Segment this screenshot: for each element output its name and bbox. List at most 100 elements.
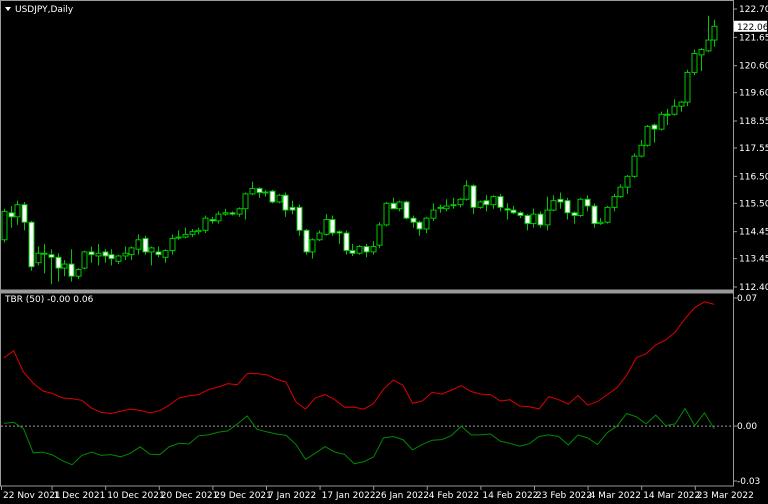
date-tick-label: 7 Jan 2022	[268, 491, 316, 501]
current-price-marker: 122.06	[734, 20, 768, 33]
candle	[644, 125, 651, 147]
bull-candle-body	[617, 186, 624, 198]
date-tick-label: 23 Mar 2022	[697, 491, 754, 501]
date-tick-label: 4 Mar 2022	[590, 491, 641, 501]
bull-candle-body	[276, 194, 283, 203]
bear-candle-body	[303, 229, 310, 253]
current-price-label: 122.06	[737, 23, 768, 33]
bull-candle-body	[463, 185, 470, 200]
bull-candle-body	[75, 268, 82, 277]
bear-candle-body	[517, 212, 524, 216]
candle	[658, 111, 665, 131]
bull-candle-body	[35, 252, 42, 264]
bull-candle-body	[309, 239, 316, 253]
price-tick-label: 114.45	[739, 228, 768, 238]
bear-candle-body	[68, 263, 75, 277]
bear-candle-body	[55, 256, 62, 269]
bull-candle-body	[249, 187, 256, 195]
candle	[684, 69, 691, 107]
price-tick-label: 117.55	[739, 144, 768, 154]
bull-candle-body	[323, 219, 330, 235]
date-tick-label: 29 Dec 2021	[214, 491, 272, 501]
indicator-tick-label: 0.07	[737, 294, 757, 304]
bull-candle-body	[664, 113, 671, 116]
bear-candle-body	[336, 231, 343, 234]
bear-candle-body	[296, 206, 303, 231]
date-tick-label: 14 Feb 2022	[482, 491, 538, 501]
bull-candle-body	[644, 125, 651, 146]
bull-candle-body	[182, 233, 189, 238]
bull-candle-body	[215, 213, 222, 222]
bull-candle-body	[698, 48, 705, 56]
bear-candle-body	[8, 212, 15, 218]
candle	[577, 197, 584, 217]
bear-candle-body	[470, 185, 477, 208]
candle	[303, 228, 310, 255]
bull-candle-body	[383, 202, 390, 226]
bull-candle-body	[658, 113, 665, 130]
price-tick-label: 115.50	[739, 199, 768, 209]
bear-candle-body	[329, 219, 336, 234]
candle	[142, 235, 149, 255]
date-tick-label: 17 Jan 2022	[322, 491, 376, 501]
symbol-timeframe-label: USDJPY,Daily	[15, 5, 74, 15]
bear-candle-body	[390, 202, 397, 210]
bull-candle-body	[189, 231, 196, 235]
bear-candle-body	[557, 198, 564, 203]
indicator-tick-label: 0.00	[737, 422, 757, 432]
bull-candle-body	[671, 105, 678, 115]
candle	[477, 200, 484, 209]
bull-candle-body	[14, 204, 21, 218]
bear-candle-body	[343, 232, 350, 252]
bull-candle-body	[437, 206, 444, 209]
bear-candle-body	[349, 250, 356, 254]
candle	[403, 200, 410, 220]
bull-candle-body	[691, 53, 698, 73]
bull-candle-body	[711, 25, 718, 41]
candle	[383, 201, 390, 227]
bear-candle-body	[483, 200, 490, 206]
bear-candle-body	[564, 200, 571, 214]
bull-candle-body	[430, 209, 437, 219]
candle	[269, 189, 276, 204]
bull-candle-body	[128, 247, 135, 256]
candle	[691, 49, 698, 76]
bull-candle-body	[262, 191, 269, 194]
bull-candle-body	[202, 217, 209, 231]
bear-candle-body	[102, 251, 109, 257]
bull-candle-body	[678, 101, 685, 107]
bull-candle-body	[604, 206, 611, 223]
candle	[202, 215, 209, 234]
bear-candle-body	[571, 212, 578, 216]
price-tick-label: 116.50	[739, 172, 768, 182]
candle	[1, 208, 8, 243]
date-tick-label: 1 Dec 2021	[54, 491, 106, 501]
date-tick-label: 22 Nov 2021	[3, 491, 61, 501]
bull-candle-body	[550, 200, 557, 211]
bull-candle-body	[684, 71, 691, 103]
bull-candle-body	[162, 250, 169, 258]
chart-window[interactable]: USDJPY,Daily 122.70 121.65 120.60 119.60 118…	[0, 0, 768, 504]
bear-candle-body	[510, 209, 517, 214]
bear-candle-body	[21, 204, 28, 223]
indicator-tick-label: -0.03	[737, 477, 760, 487]
bear-candle-body	[48, 254, 55, 258]
price-tick-label: 112.40	[739, 283, 768, 293]
candle	[604, 206, 611, 224]
bull-candle-body	[169, 237, 176, 252]
bull-candle-body	[544, 209, 551, 226]
candle	[356, 245, 363, 255]
bear-candle-body	[28, 221, 35, 268]
bull-candle-body	[631, 155, 638, 177]
bull-candle-body	[175, 236, 182, 239]
bull-candle-body	[316, 232, 323, 241]
bull-candle-body	[530, 213, 537, 225]
bull-candle-body	[242, 193, 249, 210]
price-tick-label: 121.65	[739, 33, 768, 43]
bull-candle-body	[148, 247, 155, 253]
bear-candle-body	[403, 201, 410, 219]
bear-candle-body	[108, 254, 115, 260]
bear-candle-body	[504, 208, 511, 211]
bull-candle-body	[95, 252, 102, 257]
bull-candle-body	[443, 205, 450, 210]
